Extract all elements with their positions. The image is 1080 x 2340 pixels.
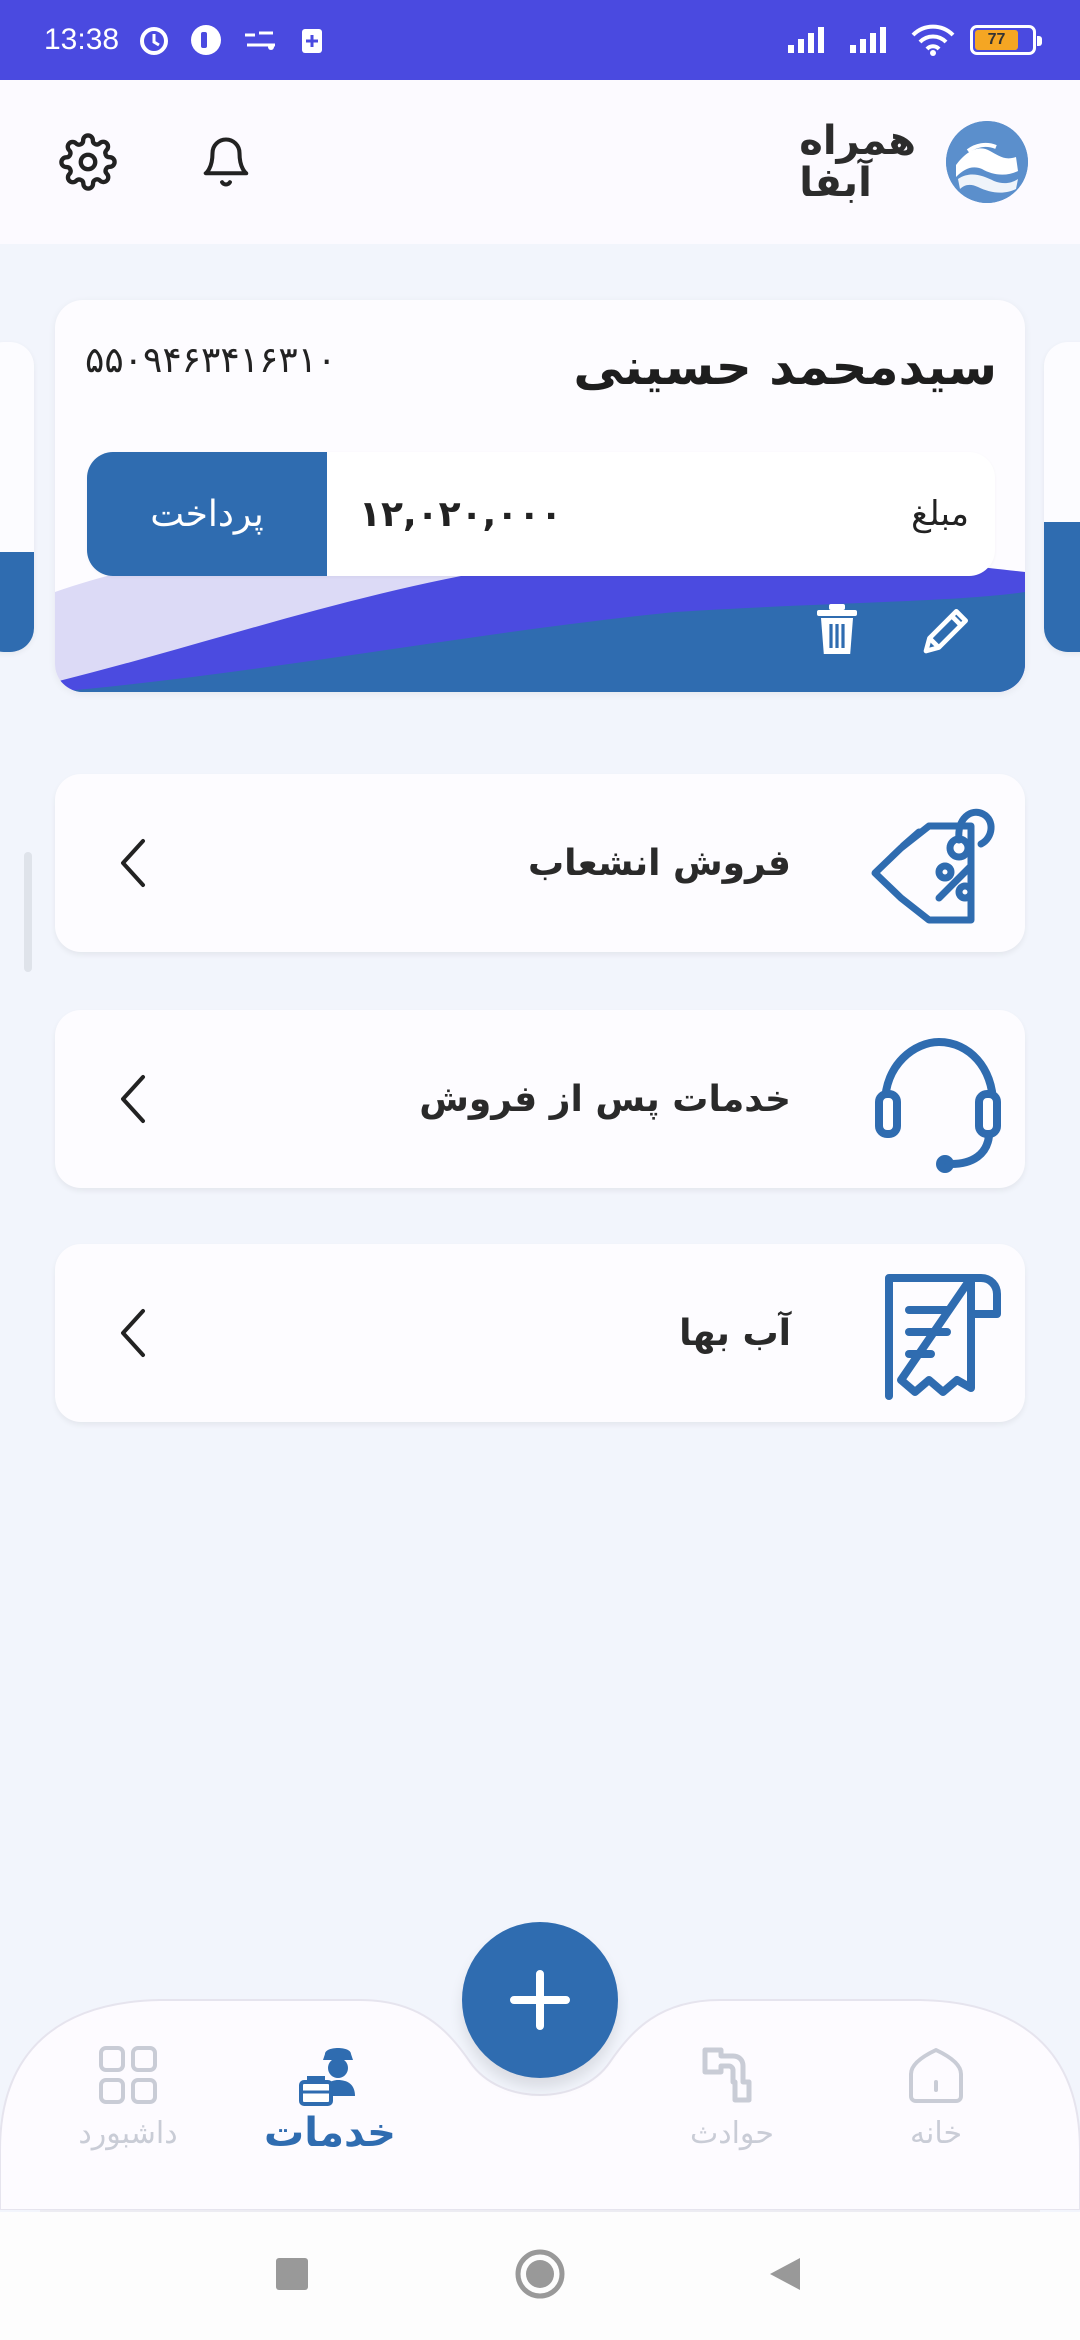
brand: همراه آبفا — [799, 120, 1028, 204]
nav-services[interactable]: خدمات — [250, 2040, 410, 2160]
card-actions — [807, 600, 977, 660]
add-button[interactable] — [462, 1922, 618, 2078]
status-bar: 13:38 77 — [0, 0, 1080, 80]
square-icon — [276, 2258, 308, 2290]
edit-icon — [923, 609, 968, 654]
signal-icon — [786, 25, 834, 55]
brand-name: همراه آبفا — [799, 120, 916, 204]
nav-label: خانه — [909, 2116, 963, 2151]
alarm-icon — [137, 23, 171, 57]
brand-line-1: همراه — [799, 118, 916, 164]
back-triangle-icon — [770, 2258, 800, 2290]
bell-icon — [203, 137, 249, 187]
worker-icon — [295, 2040, 365, 2110]
service-card-after-sales[interactable]: خدمات پس از فروش — [55, 1010, 1025, 1188]
headset-icon — [861, 1024, 1011, 1174]
back-button[interactable] — [752, 2242, 816, 2306]
scroll-indicator — [24, 852, 32, 972]
next-bill-card[interactable] — [1044, 342, 1080, 652]
home-icon — [901, 2040, 971, 2110]
wifi-icon — [910, 23, 956, 57]
chevron-left-icon — [97, 1297, 169, 1369]
logo-icon — [946, 121, 1028, 203]
bill-id: ۵۵۰۹۴۶۳۴۱۶۳۱۰ — [85, 340, 337, 381]
circle-icon — [515, 2249, 565, 2299]
chevron-left-icon — [97, 1063, 169, 1135]
amount-row: پرداخت ۱۲,۰۲۰,۰۰۰ مبلغ — [87, 452, 995, 576]
amount-label: مبلغ — [911, 494, 969, 534]
status-time: 13:38 — [44, 23, 120, 56]
discount-tag-icon — [861, 788, 1011, 938]
service-label: خدمات پس از فروش — [419, 1078, 791, 1120]
trash-icon — [817, 604, 857, 654]
customer-name: سیدمحمد حسینی — [573, 338, 997, 396]
dashboard-icon — [93, 2040, 163, 2110]
nav-incidents[interactable]: حوادث — [652, 2040, 812, 2160]
delete-bill-button[interactable] — [807, 600, 867, 660]
amount-value: ۱۲,۰۲۰,۰۰۰ — [359, 493, 563, 535]
previous-bill-card[interactable] — [0, 342, 34, 652]
notifications-button[interactable] — [190, 126, 262, 198]
chevron-left-icon — [97, 827, 169, 899]
settings-icon — [59, 133, 117, 191]
service-card-water-bill[interactable]: آب بها — [55, 1244, 1025, 1422]
home-system-button[interactable] — [508, 2242, 572, 2306]
pay-button[interactable]: پرداخت — [87, 452, 327, 576]
battery-level: 77 — [975, 30, 1019, 50]
service-card-branch-sales[interactable]: فروش انشعاب — [55, 774, 1025, 952]
nav-dashboard[interactable]: داشبورد — [48, 2040, 208, 2160]
app-header: همراه آبفا — [0, 80, 1080, 244]
brand-line-2: آبفا — [799, 160, 872, 206]
system-navigation-bar — [0, 2212, 1080, 2340]
service-label: فروش انشعاب — [527, 842, 791, 884]
app-notification-icon — [189, 23, 223, 57]
signal-icon — [848, 25, 896, 55]
settings-button[interactable] — [52, 126, 124, 198]
service-label: آب بها — [679, 1312, 791, 1354]
nav-label: داشبورد — [78, 2116, 178, 2151]
battery-saver-icon — [299, 25, 325, 55]
receipt-icon — [861, 1258, 1011, 1408]
nav-label: حوادث — [690, 2116, 774, 2151]
bill-card: سیدمحمد حسینی ۵۵۰۹۴۶۳۴۱۶۳۱۰ پرداخت ۱۲,۰۲… — [55, 300, 1025, 692]
pipe-icon — [697, 2040, 767, 2110]
recents-button[interactable] — [260, 2242, 324, 2306]
hamrah-abfa-icon — [241, 25, 281, 55]
nav-label: خدمات — [264, 2110, 396, 2156]
battery-icon: 77 — [970, 25, 1042, 55]
nav-home[interactable]: خانه — [856, 2040, 1016, 2160]
edit-bill-button[interactable] — [917, 600, 977, 660]
plus-icon — [510, 1970, 570, 2030]
